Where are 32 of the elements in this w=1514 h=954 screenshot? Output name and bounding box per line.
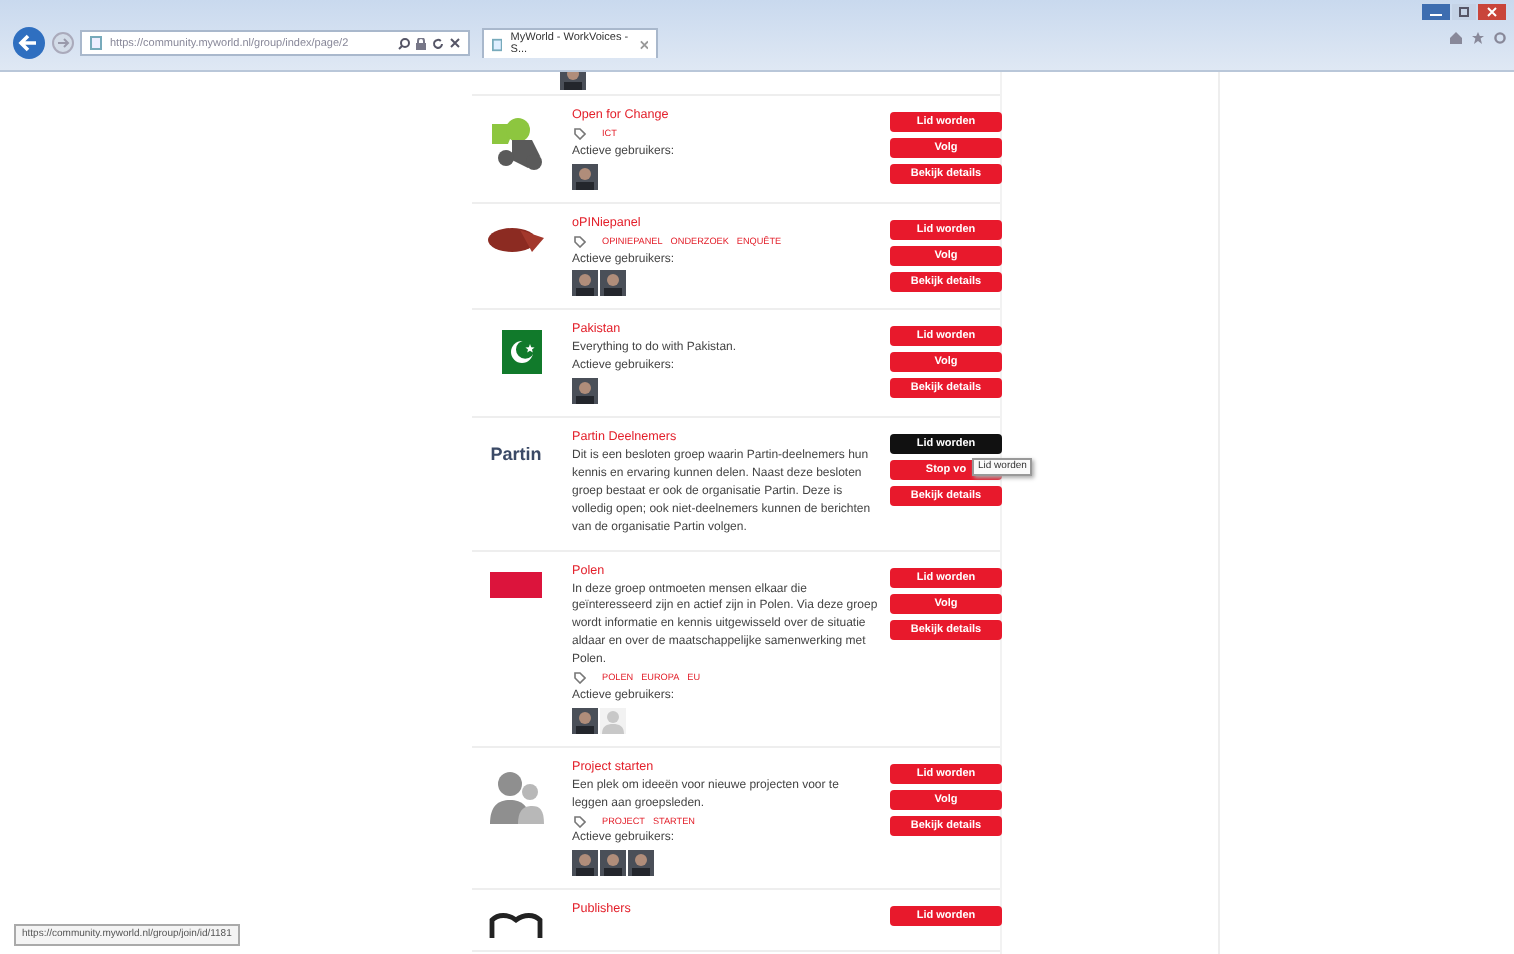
avatar-photo [572, 850, 598, 877]
flag-icon [490, 330, 542, 375]
search-icon[interactable] [398, 37, 410, 49]
avatar-photo [572, 707, 598, 734]
star-icon[interactable] [1472, 32, 1484, 44]
avatar-photo [572, 163, 598, 190]
logo-text: Partin [490, 446, 542, 465]
logo-drawing [488, 116, 544, 172]
settings-icon[interactable] [1494, 32, 1506, 44]
avatar-photo [628, 850, 654, 877]
tag-icon [574, 816, 586, 829]
tag-icon [574, 236, 586, 249]
avatar-photo [572, 378, 598, 405]
close-icon[interactable] [1478, 4, 1506, 20]
avatar-icon [600, 707, 626, 734]
pie-chart-icon [486, 223, 546, 256]
minimize-icon[interactable] [1422, 4, 1450, 20]
tag-icon [574, 672, 586, 685]
home-icon[interactable] [1450, 32, 1462, 44]
page-icon [492, 37, 503, 51]
close-icon[interactable] [450, 38, 460, 48]
people-icon [488, 767, 544, 824]
page-icon [90, 36, 102, 50]
avatar-photo [600, 270, 626, 297]
back-icon[interactable] [12, 26, 46, 60]
avatar-photo [600, 850, 626, 877]
tag-icon [574, 128, 586, 141]
flag-icon [490, 571, 542, 598]
maximize-icon[interactable] [1452, 4, 1476, 20]
avatar-photo [572, 270, 598, 297]
lock-icon[interactable] [416, 37, 426, 49]
refresh-icon[interactable] [432, 37, 444, 49]
